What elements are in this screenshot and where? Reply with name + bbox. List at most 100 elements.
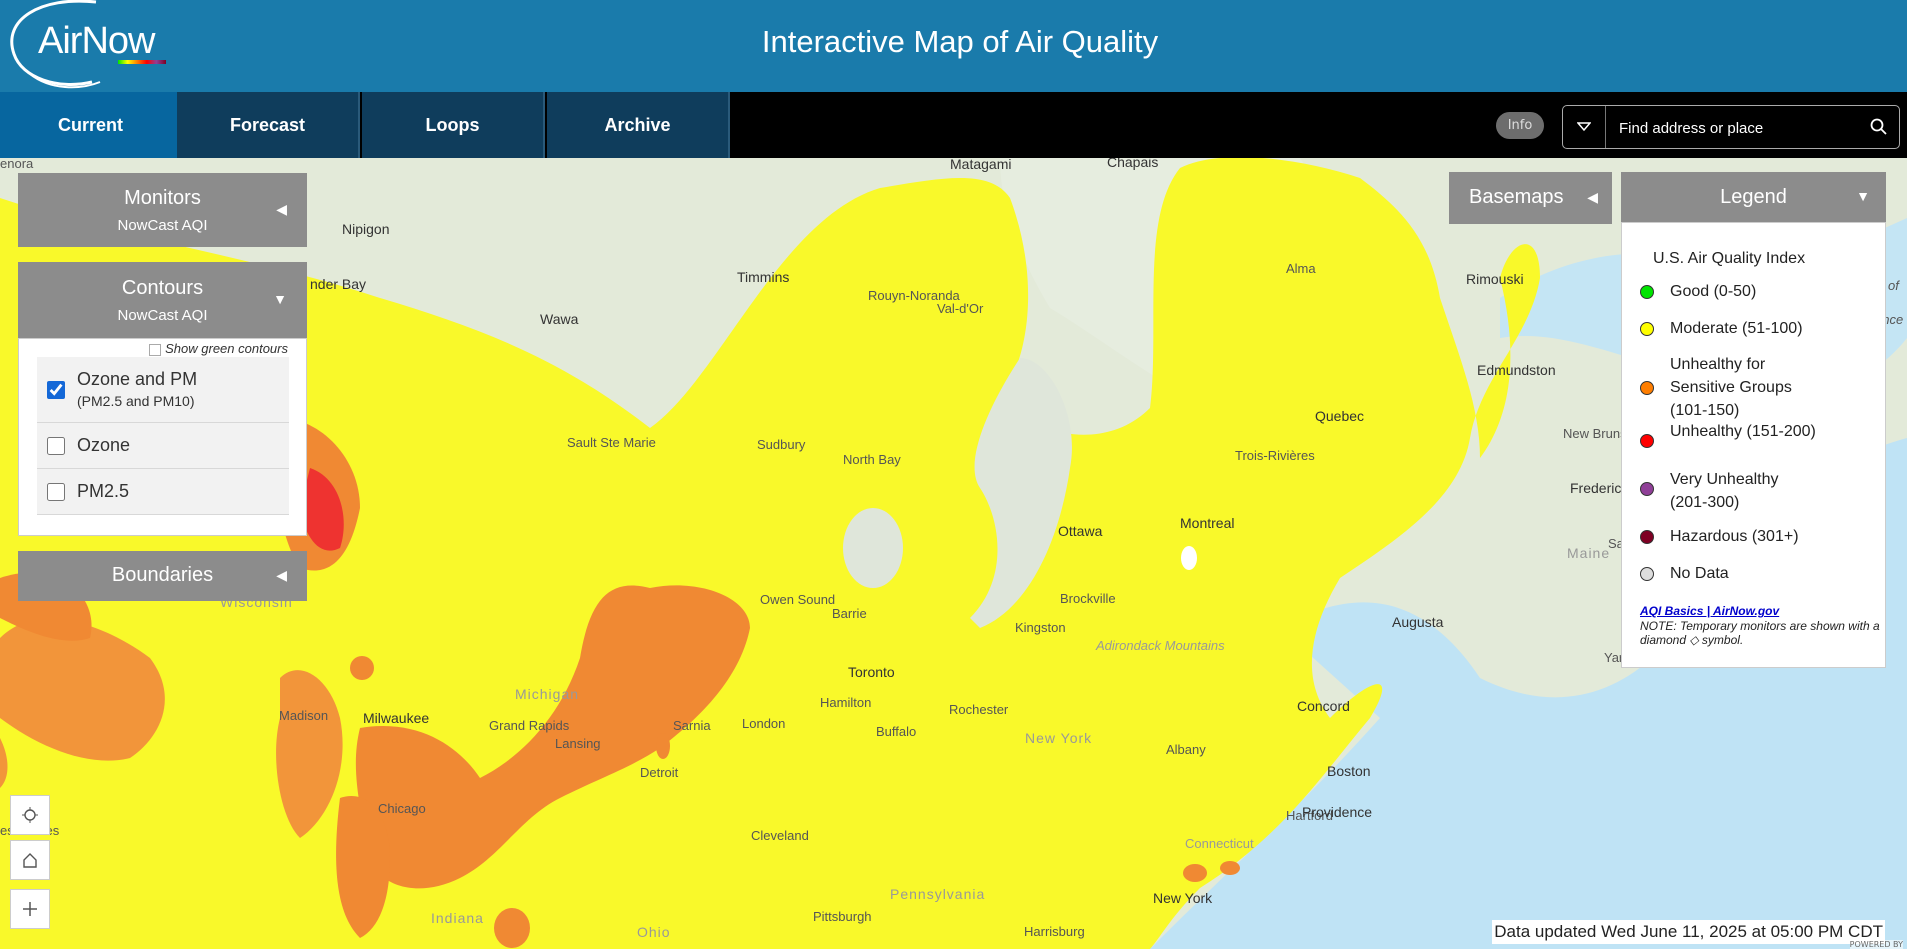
search-source-dropdown[interactable] [1563,106,1606,148]
home-icon [23,853,37,868]
legend-panel-header[interactable]: Legend ▼ [1621,172,1886,224]
locate-button[interactable] [10,795,50,835]
map-label: Connecticut [1185,836,1254,851]
tab-loops[interactable]: Loops [362,92,545,158]
option-pm25[interactable]: PM2.5 [37,469,289,515]
map-label: Barrie [832,606,867,621]
map-label: Buffalo [876,724,917,739]
legend-label: Unhealthy (151-200) [1670,423,1816,440]
contours-title: Contours [121,277,204,299]
legend-item-no-data: No Data [1640,562,1870,585]
map-label: Kingston [1015,620,1066,635]
aqi-dot-icon [1640,434,1654,448]
legend-item-moderate: Moderate (51-100) [1640,317,1870,340]
legend-label: Good (0-50) [1670,283,1757,300]
option-label: Ozone and PM [77,369,198,389]
collapse-left-icon: ◀ [276,567,287,583]
map-label: Ottawa [1058,523,1103,539]
expand-down-icon: ▼ [273,291,287,307]
map-label: Trois-Rivières [1235,448,1315,463]
collapse-left-icon: ◀ [1587,189,1598,205]
map-label: Providence [1302,804,1373,820]
legend-item-usg: Unhealthy for Sensitive Groups (101-150) [1640,353,1820,422]
legend-heading: U.S. Air Quality Index [1653,250,1806,267]
map-label: Chapais [1107,158,1159,170]
info-button[interactable]: Info [1496,112,1544,139]
option-ozone-and-pm[interactable]: Ozone and PM (PM2.5 and PM10) [37,357,289,423]
ozone-checkbox[interactable] [47,437,65,455]
zoom-in-button[interactable] [10,889,50,929]
show-green-contours[interactable]: Show green contours [149,341,288,356]
map-label: New York [1153,890,1213,906]
map-label: nder Bay [310,276,367,292]
map-label: Wawa [540,311,579,327]
ozone-pm-checkbox[interactable] [47,381,65,399]
plus-icon [23,902,37,916]
map-label: Pennsylvania [890,886,986,902]
legend-item-very-unhealthy: Very Unhealthy (201-300) [1640,468,1820,514]
map-label: Val-d'Or [937,301,984,316]
map-label: Rimouski [1466,271,1524,287]
basemaps-panel-header[interactable]: Basemaps ◀ [1449,172,1612,224]
boundaries-title: Boundaries [111,564,214,586]
show-green-label: Show green contours [165,341,288,356]
collapse-left-icon: ◀ [276,201,287,217]
tab-forecast[interactable]: Forecast [177,92,360,158]
monitors-title: Monitors [124,187,201,209]
map-label: Grand Rapids [489,718,570,733]
map-label: Edmundston [1477,362,1556,378]
aqi-dot-icon [1640,381,1654,395]
map-label: of [1888,278,1899,293]
aqi-basics-link[interactable]: AQI Basics | AirNow.gov [1640,604,1779,618]
map-label: Alma [1286,261,1316,276]
search-icon[interactable] [1869,117,1889,137]
map-label: Owen Sound [760,592,836,607]
monitors-panel-header[interactable]: Monitors NowCast AQI ◀ [18,173,307,247]
map-label: Pittsburgh [813,909,872,924]
map-label: Hamilton [820,695,872,710]
map-label: enora [0,158,34,171]
legend-label: Hazardous (301+) [1670,528,1799,545]
map-label: Sudbury [757,437,806,452]
map-label: Albany [1166,742,1206,757]
legend-label: Unhealthy for Sensitive Groups (101-150) [1670,356,1792,419]
map-label: London [742,716,786,731]
option-ozone[interactable]: Ozone [37,423,289,469]
contours-subtitle: NowCast AQI [117,307,208,324]
map-label: Ohio [637,924,671,940]
monitors-subtitle: NowCast AQI [117,217,208,234]
header: AirNow Interactive Map of Air Quality [0,0,1907,92]
map-label: Toronto [848,664,895,680]
aqi-color-bar [118,60,166,64]
tab-current[interactable]: Current [0,92,183,158]
map-label: North Bay [843,452,901,467]
pm25-checkbox[interactable] [47,483,65,501]
map-label: Sault Ste Marie [567,435,656,450]
map-label: Concord [1297,698,1350,714]
powered-by: POWERED BY [1849,940,1903,949]
map-label: Augusta [1392,614,1444,630]
home-button[interactable] [10,840,50,880]
legend-label: Moderate (51-100) [1670,320,1803,337]
map-label: Indiana [431,910,484,926]
map-label: Montreal [1180,515,1235,531]
show-green-checkbox[interactable] [149,343,162,356]
map-label: Frederic [1570,480,1622,496]
boundaries-panel-header[interactable]: Boundaries ◀ [18,551,307,601]
legend-item-hazardous: Hazardous (301+) [1640,525,1870,548]
map-label: Matagami [950,158,1012,172]
tab-archive[interactable]: Archive [547,92,730,158]
airnow-logo[interactable]: AirNow [0,0,180,92]
contours-panel-header[interactable]: Contours NowCast AQI ▼ [18,262,307,338]
option-label: Ozone [77,435,131,455]
option-sublabel: (PM2.5 and PM10) [77,393,195,409]
search-input[interactable] [1617,106,1851,150]
legend-label: Very Unhealthy (201-300) [1670,471,1779,511]
map-label: Milwaukee [363,710,430,726]
map-label: Detroit [640,765,679,780]
legend-panel-body: U.S. Air Quality Index Good (0-50) Moder… [1621,222,1886,668]
map-label: Michigan [515,686,580,702]
map-label: Madison [279,708,329,723]
legend-note: NOTE: Temporary monitors are shown with … [1640,619,1880,647]
aqi-dot-icon [1640,530,1654,544]
